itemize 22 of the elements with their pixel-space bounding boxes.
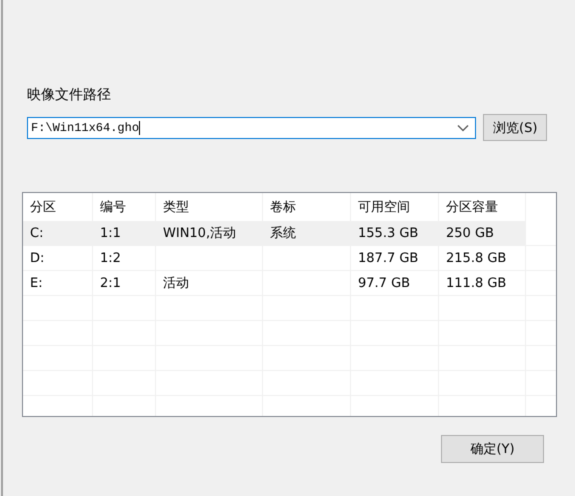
table-cell: 97.7 GB bbox=[358, 276, 410, 290]
table-cell: 215.8 GB bbox=[446, 250, 506, 266]
table-cell-text: WIN10,活动 bbox=[163, 225, 236, 242]
table-cell: 187.7 GB bbox=[358, 250, 418, 266]
partition-row[interactable]: D: 1:2 187.7 GB 215.8 GB bbox=[23, 246, 526, 271]
browse-button[interactable]: 浏览(S) bbox=[483, 114, 548, 141]
table-cell: 111.8 GB bbox=[446, 276, 506, 290]
ok-button[interactable]: 确定(Y) bbox=[441, 435, 544, 463]
table-cell: D: bbox=[30, 250, 44, 266]
partition-row[interactable]: E: 2:1 活动 97.7 GB 111.8 GB bbox=[23, 271, 526, 296]
table-cell: 250 GB bbox=[446, 226, 494, 240]
table-cell: C: bbox=[30, 226, 44, 240]
table-cell: 155.3 GB bbox=[358, 226, 418, 240]
table-cell-text: 活动 bbox=[163, 275, 189, 292]
table-cell: E: bbox=[30, 276, 43, 290]
table-cell: 1:2 bbox=[100, 250, 121, 266]
table-cell-text: 系统 bbox=[270, 225, 296, 242]
partition-row[interactable]: C: 1:1 WIN10,活动 系统 155.3 GB 250 GB bbox=[23, 221, 526, 246]
path-combo-box[interactable]: F:\Win11x64.gho bbox=[27, 116, 476, 138]
table-cell: 2:1 bbox=[100, 276, 121, 290]
table-cell: 1:1 bbox=[100, 226, 121, 240]
field-label: 映像文件路径 bbox=[27, 86, 112, 104]
